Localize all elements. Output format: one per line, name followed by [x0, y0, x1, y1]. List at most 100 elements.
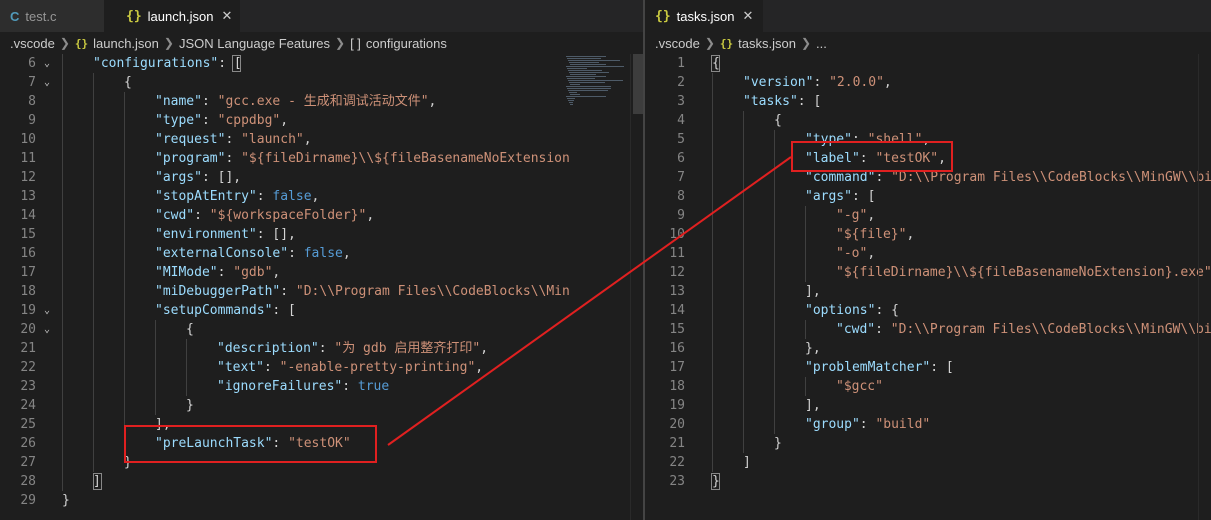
code-line[interactable]: 17 "problemMatcher": [ [645, 358, 1211, 377]
minimap-line [569, 82, 605, 83]
minimap-line [567, 98, 575, 99]
json-string: "${fileDirname}\\${fileBasenameNoExtensi… [836, 265, 1211, 280]
line-number: 11 [669, 246, 685, 261]
fold-chevron-icon[interactable]: ⌄ [44, 301, 50, 320]
code-line[interactable]: 22] [645, 453, 1211, 472]
code-line[interactable]: 14 "cwd": "${workspaceFolder}", [0, 206, 643, 225]
chevron-right-icon: ❯ [335, 36, 346, 50]
code-line[interactable]: 22 "text": "-enable-pretty-printing", [0, 358, 643, 377]
line-number: 21 [20, 341, 36, 356]
code-line[interactable]: 9 "-g", [645, 206, 1211, 225]
vertical-scrollbar[interactable] [1198, 54, 1211, 520]
punctuation: : [875, 322, 891, 337]
punctuation: , [475, 360, 484, 375]
code-line[interactable]: 8 "name": "gcc.exe - 生成和调试活动文件", [0, 92, 643, 111]
punctuation: : [201, 94, 218, 109]
breadcrumb: .vscode ❯ {} tasks.json ❯ ... [645, 32, 1211, 54]
line-number: 17 [20, 265, 36, 280]
minimap[interactable] [562, 54, 630, 114]
punctuation: : { [875, 303, 899, 318]
line-number: 6 [677, 151, 685, 166]
punctuation: { [774, 113, 782, 128]
close-icon[interactable]: ✕ [221, 8, 232, 24]
code-line[interactable]: 12 "args": [], [0, 168, 643, 187]
fold-chevron-icon[interactable]: ⌄ [44, 73, 50, 92]
punctuation: : [ [272, 303, 296, 318]
breadcrumb-item[interactable]: ... [816, 36, 827, 51]
fold-chevron-icon[interactable]: ⌄ [44, 54, 50, 73]
code-text: "problemMatcher": [ [805, 358, 954, 377]
code-line[interactable]: 19 ⌄ "setupCommands": [ [0, 301, 643, 320]
line-number: 14 [20, 208, 36, 223]
code-text: } [186, 396, 194, 415]
json-string: "${workspaceFolder}" [209, 208, 367, 223]
code-line[interactable]: 8 "args": [ [645, 187, 1211, 206]
code-line[interactable]: 13 "stopAtEntry": false, [0, 187, 643, 206]
breadcrumb-item[interactable]: launch.json [93, 36, 159, 51]
close-icon[interactable]: ✕ [742, 8, 753, 24]
breadcrumb-item[interactable]: .vscode [655, 36, 700, 51]
json-literal: true [357, 379, 390, 394]
minimap-line [566, 86, 611, 87]
indent-guide [62, 54, 63, 491]
line-number: 20 [20, 322, 36, 337]
indent-guide [186, 339, 187, 396]
scroll-thumb[interactable] [633, 54, 643, 114]
code-line[interactable]: 23} [645, 472, 1211, 491]
code-line[interactable]: 17 "MIMode": "gdb", [0, 263, 643, 282]
json-file-icon: {} [655, 8, 671, 24]
code-line[interactable]: 14 "options": { [645, 301, 1211, 320]
code-line[interactable]: 29} [0, 491, 643, 510]
code-line[interactable]: 16 "externalConsole": false, [0, 244, 643, 263]
code-line[interactable]: 20 ⌄ { [0, 320, 643, 339]
code-text: "args": [], [155, 168, 241, 187]
code-line[interactable]: 7 ⌄ { [0, 73, 643, 92]
code-line[interactable]: 13], [645, 282, 1211, 301]
json-key: "configurations" [93, 56, 219, 71]
vertical-scrollbar[interactable] [630, 54, 643, 520]
minimap-line [570, 84, 580, 85]
code-line[interactable]: 11 "-o", [645, 244, 1211, 263]
json-key: "options" [805, 303, 876, 318]
breadcrumb-item[interactable]: .vscode [10, 36, 55, 51]
json-key: "miDebuggerPath" [155, 284, 281, 299]
code-line[interactable]: 9 "type": "cppdbg", [0, 111, 643, 130]
tab-tasks-json[interactable]: {} tasks.json ✕ [645, 0, 763, 32]
json-key: "ignoreFailures" [217, 379, 343, 394]
code-line[interactable]: 10 "${file}", [645, 225, 1211, 244]
json-string: "2.0.0" [829, 75, 884, 90]
code-line[interactable]: 18 "miDebuggerPath": "D:\\Program Files\\… [0, 282, 643, 301]
code-line[interactable]: 6 ⌄ "configurations": [ [0, 54, 643, 73]
code-line[interactable]: 15 "environment": [], [0, 225, 643, 244]
code-line[interactable]: 18 "$gcc" [645, 377, 1211, 396]
code-line[interactable]: 2 "version": "2.0.0", [645, 73, 1211, 92]
chevron-right-icon: ❯ [800, 36, 811, 50]
code-line[interactable]: 12 "${fileDirname}\\${fileBasenameNoExten… [645, 263, 1211, 282]
code-line[interactable]: 20 "group": "build" [645, 415, 1211, 434]
code-line[interactable]: 10 "request": "launch", [0, 130, 643, 149]
code-line[interactable]: 3 "tasks": [ [645, 92, 1211, 111]
code-line[interactable]: 16}, [645, 339, 1211, 358]
punctuation: ], [805, 398, 821, 413]
breadcrumb-item[interactable]: configurations [366, 36, 447, 51]
tab-test-c[interactable]: C test.c [0, 0, 104, 32]
breadcrumb-item[interactable]: JSON Language Features [179, 36, 330, 51]
code-line[interactable]: 21 "description": "为 gdb 启用整齐打印", [0, 339, 643, 358]
breadcrumb-item[interactable]: tasks.json [738, 36, 796, 51]
minimap-line [568, 70, 602, 71]
line-number: 12 [20, 170, 36, 185]
fold-chevron-icon[interactable]: ⌄ [44, 320, 50, 339]
code-line[interactable]: 1{ [645, 54, 1211, 73]
code-line[interactable]: 24} [0, 396, 643, 415]
tab-label: launch.json [147, 8, 214, 24]
tab-launch-json[interactable]: {} launch.json ✕ [104, 0, 240, 32]
code-line[interactable]: 11 "program": "${fileDirname}\\${fileBase… [0, 149, 643, 168]
code-line[interactable]: 4{ [645, 111, 1211, 130]
code-line[interactable]: 23 "ignoreFailures": true [0, 377, 643, 396]
code-line[interactable]: 15 "cwd": "D:\\Program Files\\CodeBlocks\… [645, 320, 1211, 339]
code-line[interactable]: 21} [645, 434, 1211, 453]
code-text: "program": "${fileDirname}\\${fileBasena… [155, 149, 570, 168]
code-editor[interactable]: 1{2 "version": "2.0.0", 3 "tasks": [4{5 "typ… [645, 54, 1211, 520]
code-line[interactable]: 19], [645, 396, 1211, 415]
code-text: "group": "build" [805, 415, 930, 434]
